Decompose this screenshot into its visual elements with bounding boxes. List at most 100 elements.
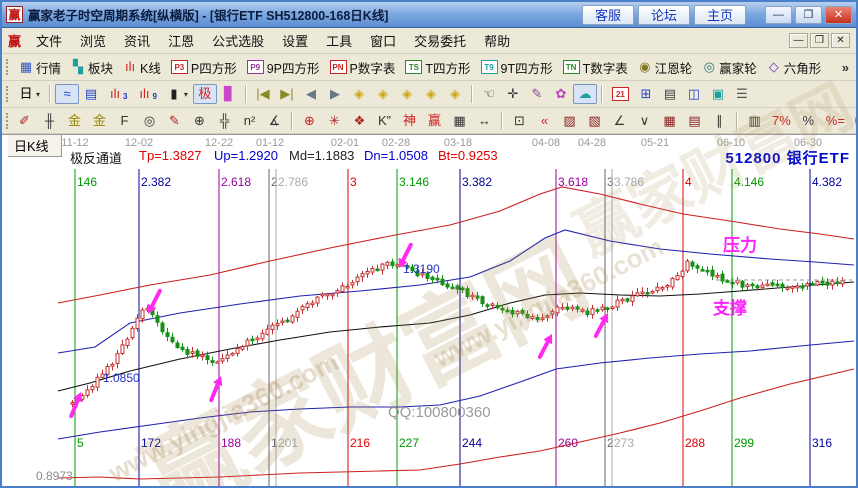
child-restore-button[interactable]: ❐: [810, 33, 829, 48]
child-close-button[interactable]: ✕: [831, 33, 850, 48]
square-number-tool-button[interactable]: n²: [237, 111, 262, 131]
width-adjust-tool-button[interactable]: ↔: [472, 111, 497, 131]
toolbar-grip[interactable]: [6, 113, 8, 129]
parallel-lines-tool-button[interactable]: ∥: [707, 111, 732, 131]
volume-3-button[interactable]: ılı3: [103, 84, 132, 104]
grid-arrow-tool-button[interactable]: ▤: [682, 111, 707, 131]
ying-tool-button[interactable]: 赢: [422, 111, 447, 131]
child-minimize-button[interactable]: —: [789, 33, 808, 48]
memo-button[interactable]: ▤: [658, 84, 682, 104]
cycle-expand-diamond-button[interactable]: ◈: [395, 84, 419, 104]
prev-page-button[interactable]: ◀: [299, 84, 323, 104]
sectors-button[interactable]: ▚板块: [66, 55, 118, 80]
hash-cycle-tool-button[interactable]: ╬: [212, 111, 237, 131]
first-page-button[interactable]: |◀: [251, 84, 275, 104]
retrace-percent-tool-button[interactable]: 7%: [767, 111, 796, 131]
stats-column-tool-button[interactable]: ▥: [742, 111, 767, 131]
cycle-label-top: 3: [350, 175, 357, 189]
shen-tool-button[interactable]: 神: [397, 111, 422, 131]
gold-division-tool-button[interactable]: 金: [62, 111, 87, 131]
menu-formula-stock-pick[interactable]: 公式选股: [203, 28, 273, 53]
time-cycle-tool-button[interactable]: ╫: [37, 111, 62, 131]
gann-wheel-button[interactable]: ◉江恩轮: [633, 55, 698, 80]
winner-wheel-button[interactable]: ◎赢家轮: [697, 55, 762, 80]
menu-help[interactable]: 帮助: [475, 28, 519, 53]
angle-measure-tool-button[interactable]: ∡: [262, 111, 287, 131]
fibonacci-tool-button[interactable]: F: [112, 111, 137, 131]
menu-gann[interactable]: 江恩: [159, 28, 203, 53]
crosshair-button[interactable]: ✛: [501, 84, 525, 104]
circle-cycle-tool-button[interactable]: ⊕: [187, 111, 212, 131]
pen-tool-button[interactable]: ✐: [12, 111, 37, 131]
menu-trade-order[interactable]: 交易委托: [405, 28, 475, 53]
grid-123-tool-button[interactable]: ▦: [447, 111, 472, 131]
service-button[interactable]: 客服: [582, 5, 634, 25]
minimize-button[interactable]: —: [765, 6, 792, 24]
cycle-center-diamond-button[interactable]: ◈: [419, 84, 443, 104]
angle-line-tool-button[interactable]: ∠: [607, 111, 632, 131]
volume-9-button[interactable]: ılı9: [132, 84, 161, 104]
candle-style-button[interactable]: ▮▾: [162, 84, 193, 104]
candle: [601, 304, 604, 312]
drag-hand-button[interactable]: ☜: [477, 84, 501, 104]
close-button[interactable]: ✕: [825, 6, 852, 24]
pointer-edit-button[interactable]: ✎: [525, 84, 549, 104]
toolbar-grip[interactable]: [6, 86, 10, 102]
percent-lines-tool-button[interactable]: %=: [821, 111, 850, 131]
next-page-button[interactable]: ▶: [323, 84, 347, 104]
cycle-left-diamond-button[interactable]: ◈: [347, 84, 371, 104]
grid-tool-button[interactable]: ▦: [657, 111, 682, 131]
cycle-all-diamond-button[interactable]: ◈: [443, 84, 467, 104]
last-page-button[interactable]: ▶|: [275, 84, 299, 104]
share-button[interactable]: ▣: [706, 84, 730, 104]
menu-settings[interactable]: 设置: [273, 28, 317, 53]
info-f10-button[interactable]: ▤: [79, 84, 103, 104]
box-tool-button[interactable]: ⊡: [507, 111, 532, 131]
kline-chart-canvas[interactable]: 14652.3821722.618188212.78620132163.1462…: [2, 135, 856, 487]
jifan-channel-button[interactable]: 极: [193, 84, 217, 104]
p-number-table-button[interactable]: PNP数字表: [325, 55, 401, 80]
spiderweb-tool-button[interactable]: ❖: [347, 111, 372, 131]
brain-map-button[interactable]: ☁: [573, 84, 597, 104]
kline-chart-area[interactable]: 14652.3821722.618188212.78620132163.1462…: [2, 134, 856, 486]
p9-square-button[interactable]: P99P四方形: [242, 55, 325, 80]
k-mark-tool-button[interactable]: K”: [372, 111, 397, 131]
menu-file[interactable]: 文件: [27, 28, 71, 53]
hexagon-button[interactable]: ◇六角形: [762, 55, 827, 80]
toolbar-grip[interactable]: [6, 59, 10, 75]
v-line-tool-button[interactable]: ∨: [632, 111, 657, 131]
homepage-button[interactable]: 主页: [694, 5, 746, 25]
brush-tool-button[interactable]: ✎: [162, 111, 187, 131]
color-histogram-button[interactable]: ▊: [217, 84, 241, 104]
butterfly-tool-button[interactable]: ✿: [549, 84, 573, 104]
fan-lines-tool-button[interactable]: «: [532, 111, 557, 131]
menu-browse[interactable]: 浏览: [71, 28, 115, 53]
save-button[interactable]: ◫: [682, 84, 706, 104]
boxed-fan-tool-button[interactable]: ▨: [557, 111, 582, 131]
menu-news[interactable]: 资讯: [115, 28, 159, 53]
gold-extension-tool-button[interactable]: 金: [87, 111, 112, 131]
compass-tool-button[interactable]: ⊕: [297, 111, 322, 131]
toolbar-overflow-button[interactable]: »: [838, 60, 853, 75]
t-number-table-button[interactable]: TNT数字表: [558, 55, 633, 80]
chan-theory-button[interactable]: ≈: [55, 84, 79, 104]
kline-button[interactable]: ılıK线: [118, 55, 166, 80]
menu-window[interactable]: 窗口: [361, 28, 405, 53]
calculator-button[interactable]: ⊞: [634, 84, 658, 104]
t-square-button[interactable]: TST四方形: [400, 55, 475, 80]
starburst-tool-button[interactable]: ✳: [322, 111, 347, 131]
boxed-web-tool-button[interactable]: ▧: [582, 111, 607, 131]
calendar-button[interactable]: 21: [607, 84, 634, 104]
p-square-button[interactable]: P3P四方形: [166, 55, 242, 80]
quotes-button[interactable]: ▦行情: [14, 55, 66, 80]
period-day-button[interactable]: 日▾: [14, 84, 45, 104]
restore-button[interactable]: ❐: [795, 6, 822, 24]
menu-tools[interactable]: 工具: [317, 28, 361, 53]
t9-square-button[interactable]: T99T四方形: [476, 55, 558, 80]
percent-tool-button[interactable]: %: [796, 111, 821, 131]
print-button[interactable]: ☰: [730, 84, 754, 104]
gold-circle-tool-button[interactable]: 金: [850, 110, 858, 131]
spiral-tool-button[interactable]: ◎: [137, 111, 162, 131]
forum-button[interactable]: 论坛: [638, 5, 690, 25]
cycle-right-diamond-button[interactable]: ◈: [371, 84, 395, 104]
